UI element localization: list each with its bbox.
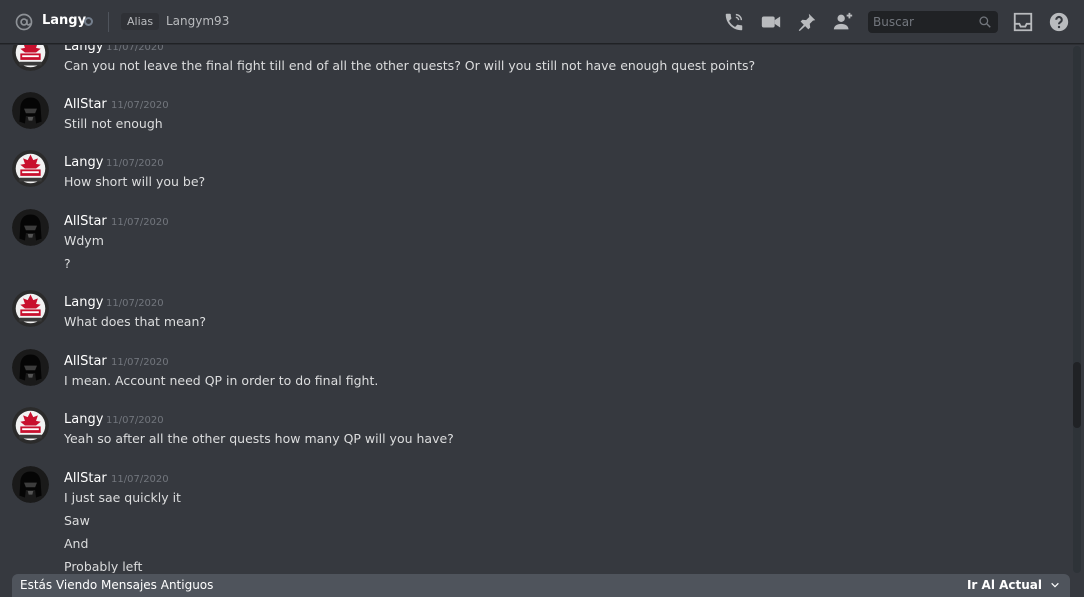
message-timestamp: 11/07/2020 [106, 298, 164, 309]
banner-text: Estás Viendo Mensajes Antiguos [20, 578, 214, 592]
search-icon[interactable] [978, 15, 992, 29]
status-offline-icon [84, 17, 93, 26]
alias-value: Langym93 [166, 14, 230, 28]
message-timestamp: 11/07/2020 [106, 158, 164, 169]
avatar[interactable] [12, 290, 49, 327]
call-icon[interactable] [723, 11, 745, 33]
old-messages-banner: Estás Viendo Mensajes Antiguos Ir Al Act… [12, 574, 1070, 597]
message-author[interactable]: AllStar [64, 354, 107, 369]
message-timestamp: 11/07/2020 [111, 474, 169, 485]
add-member-icon[interactable] [832, 11, 854, 33]
message-text: Still not enough [64, 116, 163, 131]
jump-to-present-button[interactable]: Ir Al Actual [967, 578, 1042, 592]
message-author[interactable]: AllStar [64, 471, 107, 486]
header-divider [108, 12, 109, 32]
message-timestamp: 11/07/2020 [111, 100, 169, 111]
message-author[interactable]: Langy [64, 295, 103, 310]
avatar[interactable] [12, 45, 49, 71]
message-text: How short will you be? [64, 174, 206, 189]
help-icon[interactable] [1048, 11, 1070, 33]
message-list: Langy 11/07/2020 Can you not leave the fin… [0, 45, 1070, 573]
message-text: And [64, 536, 89, 551]
alias-tag: Alias [121, 13, 160, 30]
message-text: Yeah so after all the other quests how m… [64, 431, 454, 446]
message-author[interactable]: AllStar [64, 97, 107, 112]
message-author[interactable]: Langy [64, 155, 103, 170]
message-text: Saw [64, 513, 90, 528]
inbox-icon[interactable] [1012, 11, 1034, 33]
avatar[interactable] [12, 209, 49, 246]
avatar[interactable] [12, 92, 49, 129]
scrollbar-thumb[interactable] [1073, 362, 1081, 428]
message-timestamp: 11/07/2020 [106, 415, 164, 426]
message-timestamp: 11/07/2020 [106, 45, 164, 53]
pin-icon[interactable] [796, 11, 818, 33]
avatar[interactable] [12, 150, 49, 187]
message-text: I mean. Account need QP in order to do f… [64, 373, 379, 388]
channel-name: Langy [42, 13, 87, 28]
scrollbar-track[interactable] [1073, 46, 1081, 573]
message-text: Probably left [64, 559, 143, 573]
message-author[interactable]: Langy [64, 45, 103, 54]
message-text: Wdym [64, 233, 104, 248]
message-timestamp: 11/07/2020 [111, 217, 169, 228]
message-text: I just sae quickly it [64, 490, 181, 505]
message-text: What does that mean? [64, 314, 207, 329]
message-text: Can you not leave the final fight till e… [64, 58, 756, 73]
message-text: ? [64, 256, 71, 271]
avatar[interactable] [12, 349, 49, 386]
message-timestamp: 11/07/2020 [111, 357, 169, 368]
channel-header: Langy Alias Langym93 [0, 0, 1084, 44]
avatar[interactable] [12, 466, 49, 503]
avatar[interactable] [12, 407, 49, 444]
message-author[interactable]: AllStar [64, 214, 107, 229]
chevron-down-icon[interactable] [1050, 580, 1060, 590]
at-icon [15, 13, 33, 31]
video-icon[interactable] [760, 11, 782, 33]
message-author[interactable]: Langy [64, 412, 103, 427]
